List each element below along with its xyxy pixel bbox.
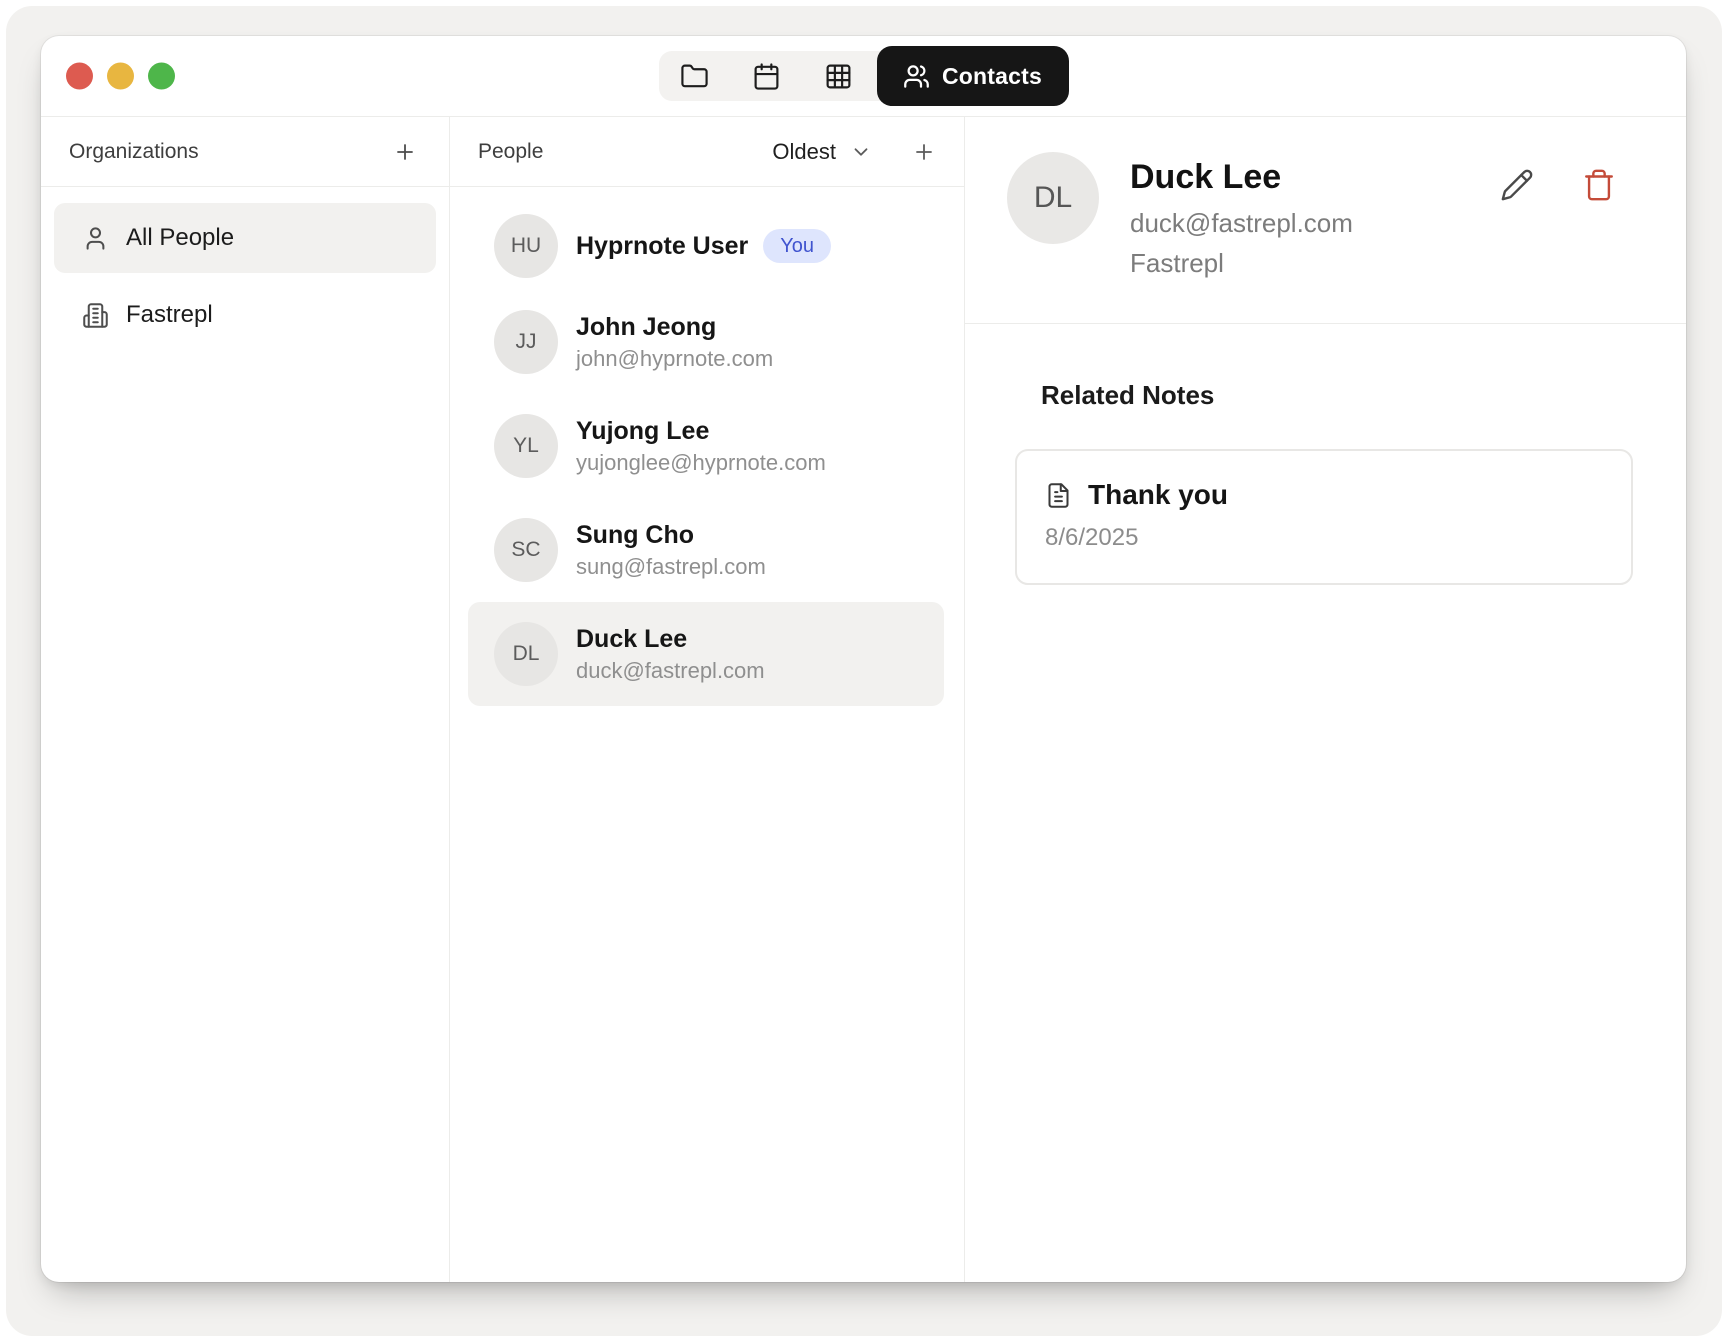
table-icon (824, 62, 853, 91)
trash-icon (1582, 168, 1616, 202)
person-name: Duck Lee (576, 624, 765, 655)
close-window-button[interactable] (66, 63, 93, 90)
users-icon (903, 63, 930, 90)
organizations-list: All People Fastrepl (41, 187, 449, 357)
main-content: Organizations All People (41, 117, 1686, 1282)
plus-icon (393, 140, 417, 164)
contact-actions (1496, 164, 1620, 206)
avatar: YL (494, 414, 558, 478)
user-icon (82, 225, 109, 252)
person-name: Hyprnote User (576, 231, 748, 262)
related-notes-title: Related Notes (1041, 380, 1686, 411)
sidebar-item-label: Fastrepl (126, 301, 213, 329)
organizations-title: Organizations (69, 140, 199, 164)
person-row-hyprnote-user[interactable]: HU Hyprnote User You (468, 202, 944, 290)
traffic-lights (66, 63, 175, 90)
view-switcher: Contacts (659, 46, 1069, 106)
tab-contacts-label: Contacts (942, 63, 1042, 90)
tab-notes[interactable] (659, 51, 731, 101)
person-email: sung@fastrepl.com (576, 553, 766, 581)
tab-contacts[interactable]: Contacts (877, 46, 1069, 106)
file-text-icon (1045, 482, 1072, 509)
calendar-icon (752, 62, 781, 91)
contact-detail-header: DL Duck Lee duck@fastrepl.com Fastrepl (965, 117, 1686, 324)
sidebar-item-label: All People (126, 224, 234, 252)
sidebar-item-fastrepl[interactable]: Fastrepl (54, 280, 436, 350)
note-date: 8/6/2025 (1045, 522, 1603, 554)
person-name: John Jeong (576, 312, 773, 343)
avatar: SC (494, 518, 558, 582)
organizations-sidebar: Organizations All People (41, 117, 450, 1282)
sort-dropdown-value: Oldest (772, 139, 836, 165)
avatar: DL (1007, 152, 1099, 244)
related-notes-section: Related Notes Thank you 8/6/2025 (965, 324, 1686, 585)
add-organization-button[interactable] (389, 136, 421, 168)
contact-detail-panel: DL Duck Lee duck@fastrepl.com Fastrepl (965, 117, 1686, 1282)
minimize-window-button[interactable] (107, 63, 134, 90)
avatar: DL (494, 622, 558, 686)
note-title: Thank you (1088, 477, 1228, 513)
contact-email: duck@fastrepl.com (1130, 206, 1353, 240)
person-name: Sung Cho (576, 520, 766, 551)
you-badge: You (763, 229, 831, 263)
person-row-sung-cho[interactable]: SC Sung Cho sung@fastrepl.com (468, 498, 944, 602)
people-list: HU Hyprnote User You JJ John Jeong john@… (450, 187, 964, 706)
delete-contact-button[interactable] (1578, 164, 1620, 206)
building-icon (82, 302, 109, 329)
contact-organization: Fastrepl (1130, 246, 1353, 280)
person-name: Yujong Lee (576, 416, 826, 447)
zoom-window-button[interactable] (148, 63, 175, 90)
titlebar: Contacts (41, 36, 1686, 117)
person-row-yujong-lee[interactable]: YL Yujong Lee yujonglee@hyprnote.com (468, 394, 944, 498)
pencil-icon (1500, 168, 1534, 202)
person-row-john-jeong[interactable]: JJ John Jeong john@hyprnote.com (468, 290, 944, 394)
tab-calendar[interactable] (731, 51, 803, 101)
contact-name: Duck Lee (1130, 156, 1353, 198)
note-card[interactable]: Thank you 8/6/2025 (1015, 449, 1633, 585)
person-row-duck-lee[interactable]: DL Duck Lee duck@fastrepl.com (468, 602, 944, 706)
avatar: HU (494, 214, 558, 278)
chevron-down-icon (850, 141, 872, 163)
tab-table[interactable] (803, 51, 875, 101)
person-email: john@hyprnote.com (576, 345, 773, 373)
sidebar-item-all-people[interactable]: All People (54, 203, 436, 273)
edit-contact-button[interactable] (1496, 164, 1538, 206)
plus-icon (912, 140, 936, 164)
people-title: People (478, 140, 543, 164)
organizations-header: Organizations (41, 117, 449, 187)
add-person-button[interactable] (908, 136, 940, 168)
person-email: duck@fastrepl.com (576, 657, 765, 685)
app-window: Contacts Organizations (41, 36, 1686, 1282)
folder-icon (680, 62, 709, 91)
view-tabs: Contacts (659, 46, 1069, 106)
person-email: yujonglee@hyprnote.com (576, 449, 826, 477)
people-column: People Oldest HU (450, 117, 965, 1282)
avatar: JJ (494, 310, 558, 374)
sort-dropdown[interactable]: Oldest (772, 139, 872, 165)
people-header: People Oldest (450, 117, 964, 187)
